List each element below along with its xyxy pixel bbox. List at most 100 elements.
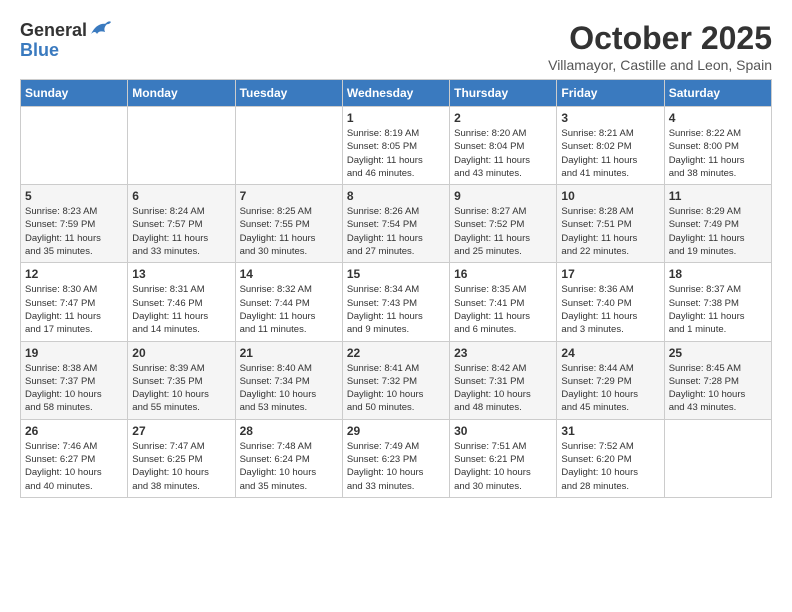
day-number: 22 bbox=[347, 346, 445, 360]
calendar-week-row: 12 Sunrise: 8:30 AM Sunset: 7:47 PM Dayli… bbox=[21, 263, 772, 341]
day-info: Sunrise: 8:41 AM Sunset: 7:32 PM Dayligh… bbox=[347, 362, 445, 415]
day-info: Sunrise: 8:24 AM Sunset: 7:57 PM Dayligh… bbox=[132, 205, 230, 258]
calendar-cell: 3Sunrise: 8:21 AM Sunset: 8:02 PM Daylig… bbox=[557, 107, 664, 185]
calendar-cell: 20 Sunrise: 8:39 AM Sunset: 7:35 PM Dayli… bbox=[128, 341, 235, 419]
calendar-header-wednesday: Wednesday bbox=[342, 80, 449, 107]
day-info: Sunrise: 7:51 AM Sunset: 6:21 PM Dayligh… bbox=[454, 440, 552, 493]
calendar-header-friday: Friday bbox=[557, 80, 664, 107]
calendar-cell: 8 Sunrise: 8:26 AM Sunset: 7:54 PM Daylig… bbox=[342, 185, 449, 263]
title-area: October 2025 Villamayor, Castille and Le… bbox=[548, 20, 772, 73]
day-info: Sunrise: 8:31 AM Sunset: 7:46 PM Dayligh… bbox=[132, 283, 230, 336]
day-number: 10 bbox=[561, 189, 659, 203]
day-info: Sunrise: 8:45 AM Sunset: 7:28 PM Dayligh… bbox=[669, 362, 767, 415]
day-info: Sunrise: 8:37 AM Sunset: 7:38 PM Dayligh… bbox=[669, 283, 767, 336]
day-number: 15 bbox=[347, 267, 445, 281]
calendar-table: SundayMondayTuesdayWednesdayThursdayFrid… bbox=[20, 79, 772, 498]
day-number: 24 bbox=[561, 346, 659, 360]
calendar-week-row: 19 Sunrise: 8:38 AM Sunset: 7:37 PM Dayli… bbox=[21, 341, 772, 419]
day-number: 12 bbox=[25, 267, 123, 281]
calendar-header-saturday: Saturday bbox=[664, 80, 771, 107]
calendar-cell: 1Sunrise: 8:19 AM Sunset: 8:05 PM Daylig… bbox=[342, 107, 449, 185]
logo-blue-text: Blue bbox=[20, 41, 111, 61]
day-number: 28 bbox=[240, 424, 338, 438]
day-number: 29 bbox=[347, 424, 445, 438]
day-info: Sunrise: 8:38 AM Sunset: 7:37 PM Dayligh… bbox=[25, 362, 123, 415]
day-info: Sunrise: 8:32 AM Sunset: 7:44 PM Dayligh… bbox=[240, 283, 338, 336]
calendar-week-row: 26 Sunrise: 7:46 AM Sunset: 6:27 PM Dayli… bbox=[21, 419, 772, 497]
day-info: Sunrise: 8:34 AM Sunset: 7:43 PM Dayligh… bbox=[347, 283, 445, 336]
day-number: 7 bbox=[240, 189, 338, 203]
calendar-cell: 18Sunrise: 8:37 AM Sunset: 7:38 PM Dayli… bbox=[664, 263, 771, 341]
day-info: Sunrise: 8:23 AM Sunset: 7:59 PM Dayligh… bbox=[25, 205, 123, 258]
calendar-header-tuesday: Tuesday bbox=[235, 80, 342, 107]
day-info: Sunrise: 8:36 AM Sunset: 7:40 PM Dayligh… bbox=[561, 283, 659, 336]
day-info: Sunrise: 8:26 AM Sunset: 7:54 PM Dayligh… bbox=[347, 205, 445, 258]
calendar-cell: 31Sunrise: 7:52 AM Sunset: 6:20 PM Dayli… bbox=[557, 419, 664, 497]
day-number: 1 bbox=[347, 111, 445, 125]
day-number: 27 bbox=[132, 424, 230, 438]
calendar-cell: 21 Sunrise: 8:40 AM Sunset: 7:34 PM Dayli… bbox=[235, 341, 342, 419]
calendar-cell: 19 Sunrise: 8:38 AM Sunset: 7:37 PM Dayli… bbox=[21, 341, 128, 419]
day-info: Sunrise: 8:40 AM Sunset: 7:34 PM Dayligh… bbox=[240, 362, 338, 415]
day-number: 16 bbox=[454, 267, 552, 281]
day-number: 21 bbox=[240, 346, 338, 360]
calendar-cell: 25 Sunrise: 8:45 AM Sunset: 7:28 PM Dayli… bbox=[664, 341, 771, 419]
calendar-cell: 17 Sunrise: 8:36 AM Sunset: 7:40 PM Dayli… bbox=[557, 263, 664, 341]
day-number: 17 bbox=[561, 267, 659, 281]
calendar-cell: 22 Sunrise: 8:41 AM Sunset: 7:32 PM Dayli… bbox=[342, 341, 449, 419]
calendar-cell: 11 Sunrise: 8:29 AM Sunset: 7:49 PM Dayli… bbox=[664, 185, 771, 263]
day-info: Sunrise: 8:29 AM Sunset: 7:49 PM Dayligh… bbox=[669, 205, 767, 258]
calendar-cell: 23 Sunrise: 8:42 AM Sunset: 7:31 PM Dayli… bbox=[450, 341, 557, 419]
day-number: 14 bbox=[240, 267, 338, 281]
day-number: 3 bbox=[561, 111, 659, 125]
calendar-cell bbox=[664, 419, 771, 497]
day-number: 11 bbox=[669, 189, 767, 203]
day-info: Sunrise: 8:25 AM Sunset: 7:55 PM Dayligh… bbox=[240, 205, 338, 258]
calendar-cell bbox=[128, 107, 235, 185]
calendar-cell: 5 Sunrise: 8:23 AM Sunset: 7:59 PM Daylig… bbox=[21, 185, 128, 263]
day-info: Sunrise: 8:39 AM Sunset: 7:35 PM Dayligh… bbox=[132, 362, 230, 415]
calendar-cell: 6 Sunrise: 8:24 AM Sunset: 7:57 PM Daylig… bbox=[128, 185, 235, 263]
day-number: 19 bbox=[25, 346, 123, 360]
calendar-cell: 29Sunrise: 7:49 AM Sunset: 6:23 PM Dayli… bbox=[342, 419, 449, 497]
day-number: 25 bbox=[669, 346, 767, 360]
day-number: 6 bbox=[132, 189, 230, 203]
calendar-cell: 2Sunrise: 8:20 AM Sunset: 8:04 PM Daylig… bbox=[450, 107, 557, 185]
logo-general-text: General bbox=[20, 21, 87, 41]
day-number: 23 bbox=[454, 346, 552, 360]
logo-bird-icon bbox=[89, 20, 111, 43]
day-info: Sunrise: 7:47 AM Sunset: 6:25 PM Dayligh… bbox=[132, 440, 230, 493]
day-info: Sunrise: 8:22 AM Sunset: 8:00 PM Dayligh… bbox=[669, 127, 767, 180]
calendar-cell bbox=[235, 107, 342, 185]
month-title: October 2025 bbox=[548, 20, 772, 57]
day-info: Sunrise: 8:30 AM Sunset: 7:47 PM Dayligh… bbox=[25, 283, 123, 336]
location-title: Villamayor, Castille and Leon, Spain bbox=[548, 57, 772, 73]
calendar-cell: 13Sunrise: 8:31 AM Sunset: 7:46 PM Dayli… bbox=[128, 263, 235, 341]
day-info: Sunrise: 8:35 AM Sunset: 7:41 PM Dayligh… bbox=[454, 283, 552, 336]
day-number: 9 bbox=[454, 189, 552, 203]
day-number: 8 bbox=[347, 189, 445, 203]
day-number: 5 bbox=[25, 189, 123, 203]
page-header: General Blue October 2025 Villamayor, Ca… bbox=[20, 20, 772, 73]
calendar-header-thursday: Thursday bbox=[450, 80, 557, 107]
calendar-cell: 27 Sunrise: 7:47 AM Sunset: 6:25 PM Dayli… bbox=[128, 419, 235, 497]
day-info: Sunrise: 8:27 AM Sunset: 7:52 PM Dayligh… bbox=[454, 205, 552, 258]
day-number: 31 bbox=[561, 424, 659, 438]
day-info: Sunrise: 7:48 AM Sunset: 6:24 PM Dayligh… bbox=[240, 440, 338, 493]
calendar-cell: 14 Sunrise: 8:32 AM Sunset: 7:44 PM Dayli… bbox=[235, 263, 342, 341]
calendar-header-monday: Monday bbox=[128, 80, 235, 107]
calendar-cell: 10 Sunrise: 8:28 AM Sunset: 7:51 PM Dayli… bbox=[557, 185, 664, 263]
calendar-header-sunday: Sunday bbox=[21, 80, 128, 107]
day-info: Sunrise: 8:44 AM Sunset: 7:29 PM Dayligh… bbox=[561, 362, 659, 415]
day-info: Sunrise: 8:42 AM Sunset: 7:31 PM Dayligh… bbox=[454, 362, 552, 415]
calendar-week-row: 5 Sunrise: 8:23 AM Sunset: 7:59 PM Daylig… bbox=[21, 185, 772, 263]
calendar-cell: 7 Sunrise: 8:25 AM Sunset: 7:55 PM Daylig… bbox=[235, 185, 342, 263]
logo: General Blue bbox=[20, 20, 111, 60]
day-info: Sunrise: 8:20 AM Sunset: 8:04 PM Dayligh… bbox=[454, 127, 552, 180]
day-info: Sunrise: 7:46 AM Sunset: 6:27 PM Dayligh… bbox=[25, 440, 123, 493]
calendar-cell: 30Sunrise: 7:51 AM Sunset: 6:21 PM Dayli… bbox=[450, 419, 557, 497]
day-info: Sunrise: 8:28 AM Sunset: 7:51 PM Dayligh… bbox=[561, 205, 659, 258]
day-number: 20 bbox=[132, 346, 230, 360]
calendar-cell: 12 Sunrise: 8:30 AM Sunset: 7:47 PM Dayli… bbox=[21, 263, 128, 341]
day-number: 26 bbox=[25, 424, 123, 438]
